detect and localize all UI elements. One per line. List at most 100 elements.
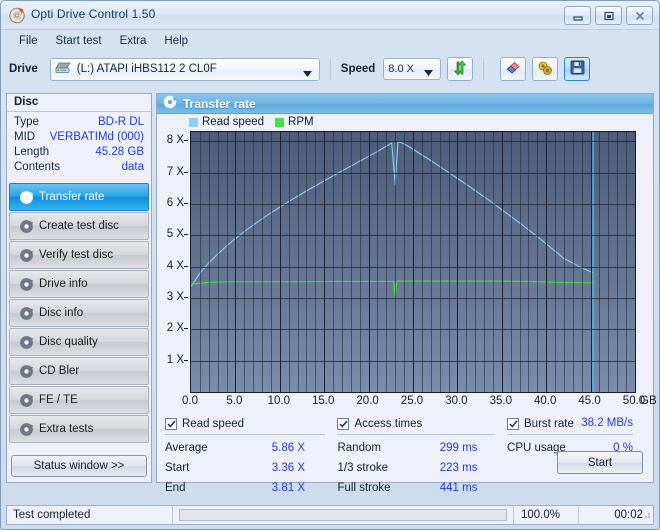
access-times-checkbox[interactable] bbox=[337, 417, 350, 430]
gridline-y bbox=[191, 329, 635, 331]
status-bar: Test completed 100.0% 00:02 bbox=[6, 505, 654, 525]
speed-label: Speed bbox=[340, 63, 376, 75]
progress-percent: 100.0% bbox=[521, 509, 561, 521]
gridline-y bbox=[191, 235, 635, 237]
chart-plot-area bbox=[190, 131, 636, 393]
gridline-x-minor bbox=[563, 132, 565, 392]
result-row: Random 299 ms bbox=[337, 438, 507, 458]
gridline-x-major bbox=[457, 132, 459, 392]
sidebar-item-verify-test-disc[interactable]: Verify test disc bbox=[9, 241, 149, 269]
sidebar-item-cd-bler[interactable]: CD Bler bbox=[9, 357, 149, 385]
save-button[interactable] bbox=[564, 57, 591, 81]
speed-select[interactable]: 8.0 X bbox=[383, 58, 442, 80]
start-button[interactable]: Start bbox=[557, 451, 643, 474]
sidebar-item-label: Verify test disc bbox=[39, 249, 114, 261]
drive-select[interactable]: (L:) ATAPI iHBS112 2 CL0F bbox=[49, 57, 320, 81]
gridline-x-minor bbox=[297, 132, 299, 392]
gridline-x-minor bbox=[572, 132, 574, 392]
sidebar-item-disc-info[interactable]: Disc info bbox=[9, 299, 149, 327]
close-button[interactable] bbox=[626, 6, 653, 25]
floppy-icon bbox=[570, 60, 585, 78]
drive-value: (L:) ATAPI iHBS112 2 CL0F bbox=[76, 63, 217, 75]
toolbar-divider-2 bbox=[483, 58, 485, 80]
maximize-button[interactable] bbox=[595, 6, 622, 25]
result-row: End 3.81 X bbox=[165, 478, 337, 498]
gridline-x-minor bbox=[217, 132, 219, 392]
gridline-x-major bbox=[279, 132, 281, 392]
speed-value: 8.0 X bbox=[388, 63, 414, 75]
y-tick-label: 4 X bbox=[166, 259, 184, 272]
sidebar-item-create-test-disc[interactable]: Create test disc bbox=[9, 212, 149, 240]
gridline-x-major bbox=[368, 132, 370, 392]
gridline-x-minor bbox=[359, 132, 361, 392]
gridline-x-minor bbox=[244, 132, 246, 392]
result-row: 1/3 stroke 223 ms bbox=[337, 458, 507, 478]
gridline-x-minor bbox=[262, 132, 264, 392]
eraser-icon bbox=[505, 60, 522, 79]
result-row: Average 5.86 X bbox=[165, 438, 337, 458]
gridline-x-minor bbox=[395, 132, 397, 392]
sidebar-item-label: Create test disc bbox=[39, 220, 119, 232]
third-stroke-value: 223 ms bbox=[439, 462, 478, 474]
chevron-down-icon bbox=[302, 68, 312, 80]
burst-rate-value: 38.2 MB/s bbox=[581, 417, 633, 429]
access-times-checkbox-row[interactable]: Access times bbox=[337, 415, 507, 432]
progress-bar bbox=[179, 509, 507, 521]
minimize-button[interactable] bbox=[564, 6, 591, 25]
disc-contents-label: Contents bbox=[14, 161, 61, 173]
gridline-x-minor bbox=[404, 132, 406, 392]
sidebar-item-label: CD Bler bbox=[39, 365, 80, 377]
sidebar-item-fe-te[interactable]: FE / TE bbox=[9, 386, 149, 414]
panel-header: Transfer rate bbox=[157, 94, 653, 114]
gears-icon bbox=[537, 60, 553, 79]
y-tick-mark bbox=[184, 328, 188, 330]
menu-extra[interactable]: Extra bbox=[111, 33, 156, 49]
sidebar-item-extra-tests[interactable]: Extra tests bbox=[9, 415, 149, 443]
disc-mid-label: MID bbox=[14, 131, 36, 143]
gridline-x-minor bbox=[315, 132, 317, 392]
result-row: Full stroke 441 ms bbox=[337, 478, 507, 498]
sidebar-item-drive-info[interactable]: Drive info bbox=[9, 270, 149, 298]
settings-button[interactable] bbox=[532, 57, 559, 81]
refresh-drive-button[interactable] bbox=[447, 57, 474, 81]
disc-info-row: Contents data bbox=[14, 160, 144, 175]
read-end-value: 3.81 X bbox=[271, 482, 305, 494]
app-disc-icon bbox=[9, 7, 26, 24]
chart-x-unit-label: GB bbox=[640, 395, 657, 407]
read-speed-checkbox-row[interactable]: Read speed bbox=[165, 415, 337, 432]
menu-start-test[interactable]: Start test bbox=[47, 33, 111, 49]
legend-label-rpm: RPM bbox=[288, 116, 314, 128]
results-panel: Read speed Average 5.86 X Start 3.36 X E… bbox=[157, 411, 653, 494]
menu-help[interactable]: Help bbox=[155, 33, 197, 49]
gridline-x-major bbox=[324, 132, 326, 392]
disc-icon bbox=[17, 190, 36, 205]
sidebar-item-transfer-rate[interactable]: Transfer rate bbox=[9, 183, 149, 211]
erase-button[interactable] bbox=[500, 57, 527, 81]
status-window-button[interactable]: Status window >> bbox=[11, 455, 147, 477]
gridline-x-minor bbox=[617, 132, 619, 392]
burst-rate-checkbox[interactable] bbox=[507, 417, 520, 430]
disc-contents-value: data bbox=[121, 161, 144, 173]
progress-container bbox=[173, 509, 513, 521]
divider bbox=[165, 434, 326, 435]
y-tick-label: 7 X bbox=[166, 165, 184, 178]
access-times-results: Access times Random 299 ms 1/3 stroke 22… bbox=[337, 415, 507, 498]
result-row: Start 3.36 X bbox=[165, 458, 337, 478]
sidebar-item-disc-quality[interactable]: Disc quality bbox=[9, 328, 149, 356]
full-stroke-value: 441 ms bbox=[439, 482, 478, 494]
sidebar-item-label: Extra tests bbox=[39, 423, 94, 435]
menu-file[interactable]: File bbox=[10, 33, 47, 49]
gridline-x-minor bbox=[555, 132, 557, 392]
read-speed-checkbox[interactable] bbox=[165, 417, 177, 430]
chart-x-axis: 0.0 5.0 10.0 15.0 20.0 25.0 30.0 35.0 40.0 45.0 50… bbox=[157, 395, 653, 411]
gridline-x-minor bbox=[288, 132, 290, 392]
refresh-icon bbox=[452, 59, 468, 79]
gridline-x-minor bbox=[333, 132, 335, 392]
read-average-label: Average bbox=[165, 442, 208, 454]
gridline-y bbox=[191, 204, 635, 206]
resize-grip-icon[interactable] bbox=[641, 509, 651, 522]
x-tick-label: 35.0 bbox=[489, 395, 512, 407]
burst-rate-checkbox-row[interactable]: Burst rate 38.2 MB/s bbox=[507, 415, 645, 432]
disc-icon bbox=[17, 364, 36, 379]
chart-y-axis: 1 X 2 X 3 X 4 X 5 X 6 X 7 X 8 X bbox=[157, 131, 188, 393]
